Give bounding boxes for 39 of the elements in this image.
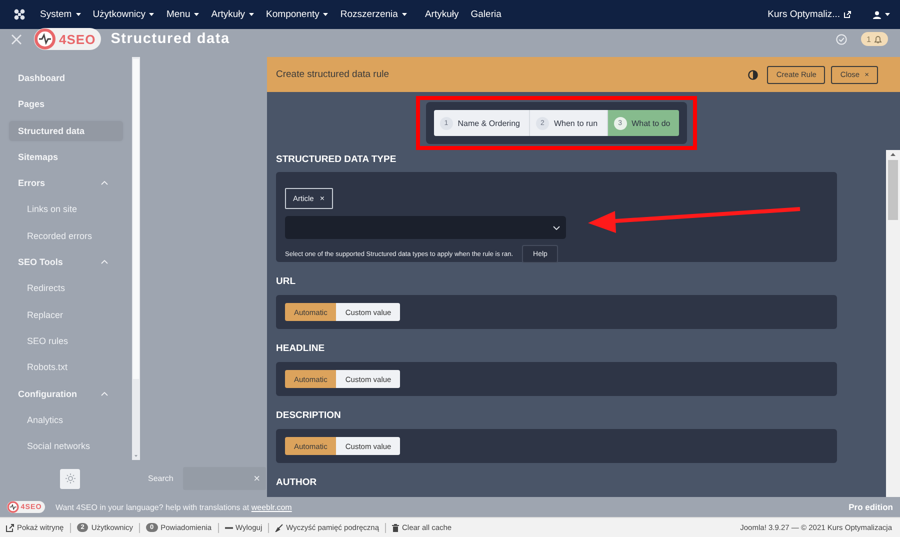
menu-item[interactable]: Użytkownicy bbox=[92, 9, 154, 20]
menu-item[interactable]: Artykuły bbox=[424, 9, 459, 20]
notifications-button[interactable]: 1 bbox=[860, 32, 888, 46]
trash-icon bbox=[392, 524, 399, 532]
user-icon bbox=[873, 10, 881, 18]
section-heading: STRUCTURED DATA TYPE bbox=[276, 153, 398, 167]
contrast-icon bbox=[748, 70, 758, 80]
external-link-icon bbox=[6, 524, 14, 532]
select-field[interactable] bbox=[285, 216, 566, 239]
translation-message: Want 4SEO in your language? help with translations at weeblr.com bbox=[56, 502, 293, 512]
dialog-title: Create structured data rule bbox=[276, 69, 390, 80]
logo-text: 4SEO bbox=[59, 32, 96, 46]
menu-item[interactable]: System bbox=[40, 9, 81, 20]
pulse-icon bbox=[34, 28, 56, 50]
site-link[interactable]: Kurs Optymaliz... bbox=[768, 9, 851, 20]
section-heading: URL bbox=[276, 275, 297, 289]
page-title: Structured data bbox=[110, 31, 230, 47]
menu-item[interactable]: Rozszerzenia bbox=[340, 9, 407, 20]
check-circle-icon bbox=[836, 34, 847, 44]
menu-item[interactable]: Artykuły bbox=[211, 9, 254, 20]
edition-label: Pro edition bbox=[848, 502, 893, 512]
user-menu[interactable] bbox=[873, 10, 890, 18]
menu-item[interactable]: Menu bbox=[166, 9, 200, 20]
menu-item[interactable]: Komponenty bbox=[266, 9, 328, 20]
section-heading: HEADLINE bbox=[276, 342, 326, 356]
menu-item[interactable]: Galeria bbox=[470, 9, 502, 20]
logo-icon bbox=[13, 8, 26, 21]
close-icon bbox=[11, 34, 22, 44]
section-heading: AUTHOR bbox=[276, 476, 318, 490]
theme-button[interactable] bbox=[60, 468, 80, 488]
bell-icon bbox=[874, 34, 882, 44]
caret-icon bbox=[885, 13, 890, 16]
sun-icon bbox=[64, 473, 76, 484]
search-label: Search bbox=[148, 474, 174, 483]
remove-button[interactable]: × bbox=[320, 194, 325, 203]
section-heading: DESCRIPTION bbox=[276, 409, 342, 423]
chevron-down-icon bbox=[553, 226, 560, 230]
pulse-icon bbox=[7, 500, 20, 514]
external-link-icon bbox=[844, 11, 851, 18]
